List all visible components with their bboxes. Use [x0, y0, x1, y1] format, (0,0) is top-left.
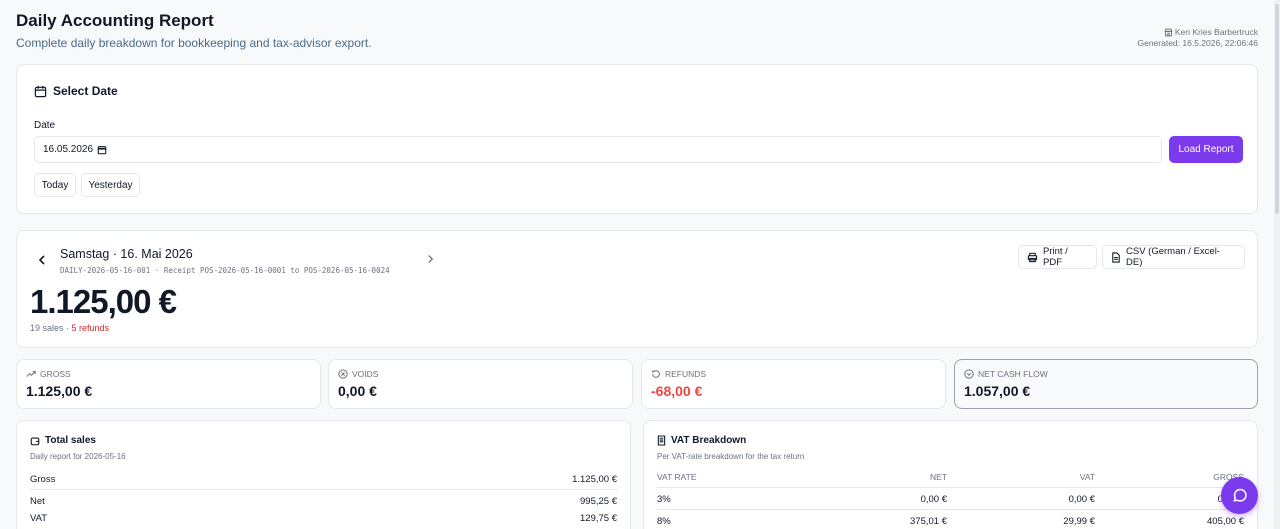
select-date-card: Select Date Date 16.05.2026 Load Report …: [16, 64, 1258, 214]
stat-voids-value: 0,00 €: [338, 383, 377, 399]
print-pdf-button[interactable]: Print / PDF: [1018, 245, 1097, 269]
stat-gross: GROSS 1.125,00 €: [16, 359, 321, 409]
page-title: Daily Accounting Report: [16, 11, 214, 30]
date-input[interactable]: 16.05.2026: [34, 136, 1162, 163]
calendar-icon: [34, 85, 47, 98]
user-name: Ken Kries Barbertruck: [1174, 27, 1258, 37]
report-meta: Ken Kries Barbertruck Generated: 16.5.20…: [1137, 27, 1258, 49]
x-circle-icon: [338, 369, 348, 379]
circle-arrow-icon: [964, 369, 974, 379]
day-title: Samstag · 16. Mai 2026: [60, 247, 193, 261]
message-circle-icon: [1231, 487, 1248, 504]
table-row: 3% 0,00 € 0,00 € 0,00 €: [657, 494, 1244, 510]
stat-net-cash-flow: NET CASH FLOW 1.057,00 €: [954, 359, 1258, 409]
vat-breakdown-title: VAT Breakdown: [657, 435, 746, 446]
today-button[interactable]: Today: [34, 173, 76, 197]
total-sales-card: Total sales Daily report for 2026-05-16 …: [16, 420, 631, 529]
stat-net-cash-flow-value: 1.057,00 €: [964, 383, 1031, 399]
load-report-button[interactable]: Load Report: [1169, 136, 1243, 163]
printer-icon: [1027, 252, 1038, 263]
page-header: Daily Accounting Report Complete daily b…: [16, 11, 372, 50]
store-icon: [1164, 28, 1173, 37]
scrollbar[interactable]: [1274, 0, 1280, 529]
day-reference: DAILY-2026-05-16-001 · Receipt POS-2026-…: [60, 266, 390, 275]
date-label: Date: [34, 120, 56, 131]
date-input-value: 16.05.2026: [43, 144, 94, 155]
counts-separator: ·: [63, 323, 72, 333]
chat-button[interactable]: [1221, 477, 1258, 514]
vat-breakdown-subtitle: Per VAT-rate breakdown for the tax retur…: [657, 452, 805, 461]
table-row: 8% 375,01 € 29,99 € 405,00 €: [657, 516, 1244, 529]
trending-up-icon: [26, 370, 36, 378]
yesterday-button[interactable]: Yesterday: [81, 173, 140, 197]
select-date-title: Select Date: [34, 84, 118, 98]
sales-row-net: Net 995,25 €: [30, 496, 617, 507]
stat-refunds-value: -68,00 €: [651, 383, 703, 399]
generated-timestamp: Generated: 16.5.2026, 22:06:46: [1137, 38, 1258, 48]
chevron-left-icon[interactable]: [37, 254, 47, 266]
sales-count: 19 sales: [30, 323, 64, 333]
day-summary-card: Samstag · 16. Mai 2026 DAILY-2026-05-16-…: [16, 230, 1258, 348]
scrollbar-thumb[interactable]: [1275, 4, 1279, 214]
page-subtitle: Complete daily breakdown for bookkeeping…: [16, 36, 372, 50]
total-sales-subtitle: Daily report for 2026-05-16: [30, 452, 126, 461]
stat-refunds: REFUNDS -68,00 €: [641, 359, 946, 409]
csv-export-button[interactable]: CSV (German / Excel-DE): [1102, 245, 1245, 269]
stat-gross-value: 1.125,00 €: [26, 383, 93, 399]
receipt-icon: [657, 435, 666, 446]
chevron-right-icon[interactable]: [426, 253, 435, 265]
total-sales-title: Total sales: [30, 435, 96, 446]
rotate-ccw-icon: [651, 369, 661, 379]
sales-row-vat: VAT 129,75 €: [30, 513, 617, 524]
sales-row-gross: Gross 1.125,00 €: [30, 474, 617, 490]
stat-voids: VOIDS 0,00 €: [328, 359, 633, 409]
calendar-picker-icon[interactable]: [97, 145, 107, 155]
day-counts: 19 sales · 5 refunds: [30, 323, 109, 333]
day-total: 1.125,00 €: [30, 283, 177, 320]
file-text-icon: [1111, 251, 1121, 263]
vat-table-header: VAT RATE NET VAT GROSS: [657, 472, 1244, 488]
vat-breakdown-card: VAT Breakdown Per VAT-rate breakdown for…: [643, 420, 1258, 529]
wallet-icon: [30, 436, 40, 446]
refunds-count: 5 refunds: [71, 323, 110, 333]
